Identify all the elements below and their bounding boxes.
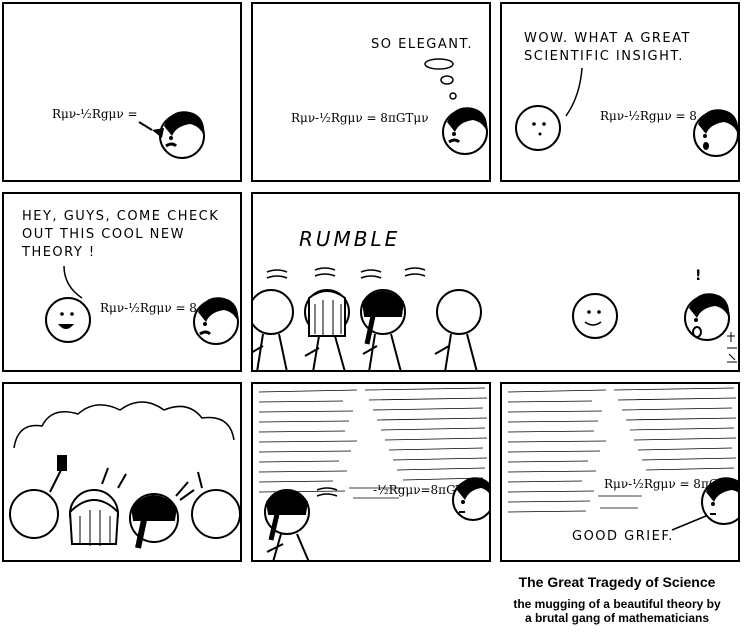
equation-full: Rμν-½Rgμν = 8πGTμν: [291, 111, 429, 125]
thought-text: SO ELEGANT.: [371, 37, 473, 52]
panel-6-art: [9, 401, 240, 549]
equation-cut: Rμν-½Rgμν = 8: [600, 109, 697, 123]
friend-head-smiling: [45, 297, 91, 343]
panel-1-art: Rμν-½Rgμν =: [52, 107, 205, 159]
panel-6: [2, 382, 242, 562]
physicist-head: [442, 107, 488, 155]
speech-line-3: THEORY !: [21, 245, 96, 260]
comic-title: The Great Tragedy of Science: [518, 574, 716, 590]
panel-5: RUMBLE !: [251, 192, 740, 372]
panel-3: WOW. WHAT A GREAT SCIENTIFIC INSIGHT. Rμ…: [500, 2, 740, 182]
comic-subtitle-line-2: a brutal gang of mathematicians: [524, 611, 710, 625]
dust-cloud: [13, 401, 235, 449]
physicist-head: [693, 109, 738, 157]
panel-5-art: RUMBLE !: [253, 227, 737, 370]
panel-4: HEY, GUYS, COME CHECK OUT THIS COOL NEW …: [2, 192, 242, 372]
panel-8: Rμν-½Rgμν = 8πGTμν GOOD GRIEF.: [500, 382, 740, 562]
friend-head: [515, 105, 561, 151]
mathematician-gang: [9, 455, 240, 549]
panel-8-art: Rμν-½Rgμν = 8πGTμν GOOD GRIEF.: [507, 387, 738, 544]
exclamation: !: [695, 268, 701, 284]
panel-2: SO ELEGANT. Rμν-½Rgμν = 8πGTμν: [251, 2, 491, 182]
equation-cut: Rμν-½Rgμν = 8: [100, 301, 197, 315]
motion-lines: [266, 267, 426, 279]
speech-line-1: HEY, GUYS, COME CHECK: [22, 209, 219, 224]
comic-subtitle: the mugging of a beautiful theory by a b…: [498, 597, 736, 625]
scribbled-math: [507, 387, 737, 513]
panel-4-art: HEY, GUYS, COME CHECK OUT THIS COOL NEW …: [21, 209, 239, 345]
panel-3-art: WOW. WHAT A GREAT SCIENTIFIC INSIGHT. Rμ…: [515, 31, 738, 157]
physicist-head-shocked: [684, 293, 730, 341]
mathematician-gang: [253, 289, 482, 370]
physicist-head: [193, 297, 239, 345]
rumble-sound: RUMBLE: [299, 227, 400, 251]
comic-subtitle-line-1: the mugging of a beautiful theory by: [513, 597, 721, 611]
friend-head: [572, 293, 618, 339]
panel-1: Rμν-½Rgμν =: [2, 2, 242, 182]
departing-mathematician: [264, 489, 310, 560]
panel-7-art: -½Rgμν=8πGTμν: [258, 387, 489, 560]
scribbled-math: [258, 387, 488, 499]
motion-lines: [316, 487, 338, 497]
panel-2-art: SO ELEGANT. Rμν-½Rgμν = 8πGTμν: [291, 37, 488, 155]
speech-text: GOOD GRIEF.: [572, 529, 674, 544]
artist-signature: [727, 332, 737, 363]
speech-line-1: WOW. WHAT A GREAT: [524, 31, 691, 46]
speech-line-2: SCIENTIFIC INSIGHT.: [524, 49, 684, 64]
speech-line-2: OUT THIS COOL NEW: [22, 227, 185, 242]
equation-partial: Rμν-½Rgμν =: [52, 107, 138, 121]
physicist-head: [159, 111, 205, 159]
panel-7: -½Rgμν=8πGTμν: [251, 382, 491, 562]
